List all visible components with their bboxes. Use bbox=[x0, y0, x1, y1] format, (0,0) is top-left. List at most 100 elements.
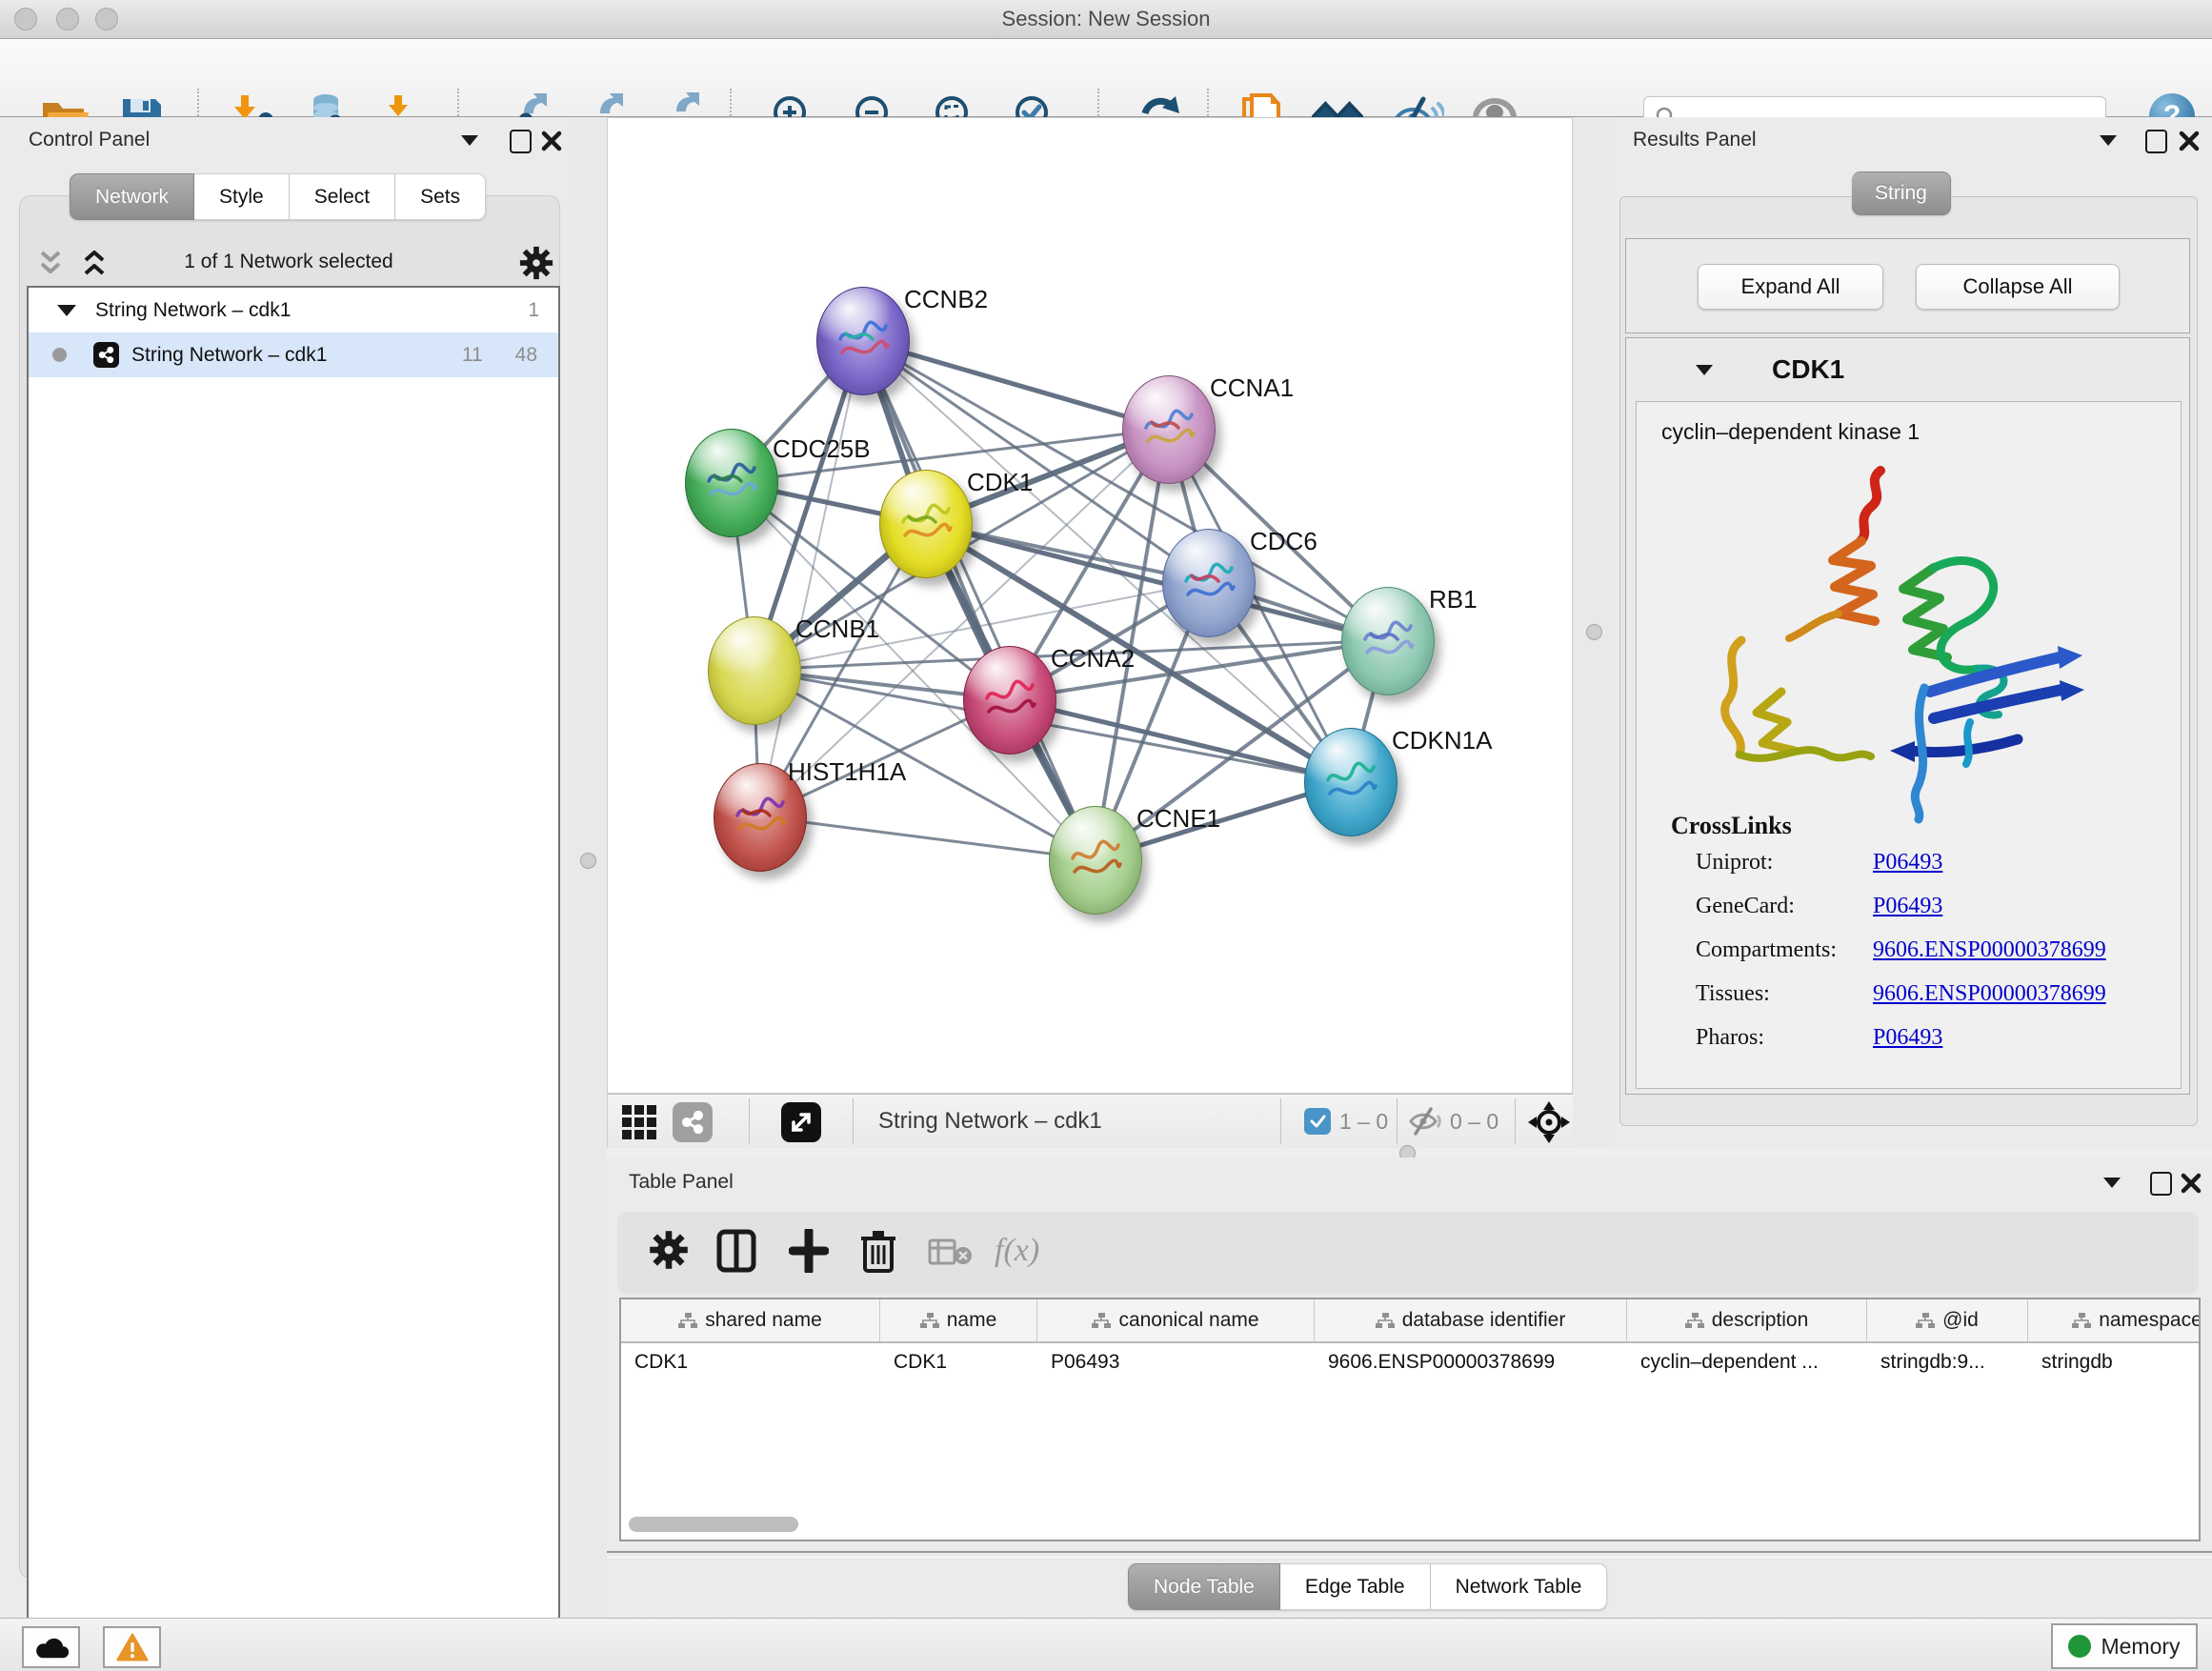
delete-table-icon bbox=[928, 1237, 974, 1267]
results-panel-float-button[interactable] bbox=[2145, 130, 2167, 153]
expand-all-button[interactable]: Expand All bbox=[1698, 264, 1883, 310]
table-panel-close-button[interactable] bbox=[2181, 1173, 2202, 1194]
hidden-eye-slash-icon bbox=[1408, 1107, 1442, 1136]
toolbar-separator bbox=[1515, 1098, 1516, 1144]
crosslink-row: GeneCard:P06493 bbox=[1696, 894, 2153, 937]
right-splitter-handle[interactable] bbox=[1586, 624, 1602, 640]
memory-label: Memory bbox=[2101, 1634, 2180, 1660]
column-header-shared-name[interactable]: shared name bbox=[621, 1299, 880, 1341]
crosslink-value-link[interactable]: P06493 bbox=[1873, 894, 1942, 919]
node-CCNE1[interactable] bbox=[1049, 806, 1142, 915]
table-cell[interactable]: CDK1 bbox=[880, 1343, 1037, 1383]
table-cell[interactable]: P06493 bbox=[1037, 1343, 1315, 1383]
horizontal-splitter[interactable] bbox=[607, 1148, 2212, 1158]
results-panel-close-button[interactable] bbox=[2179, 131, 2200, 151]
tab-edge-table[interactable]: Edge Table bbox=[1280, 1563, 1431, 1610]
column-header-description[interactable]: description bbox=[1627, 1299, 1867, 1341]
node-label-HIST1H1A: HIST1H1A bbox=[788, 757, 906, 787]
table-panel-menu-button[interactable] bbox=[2103, 1178, 2121, 1188]
node-label-CCNE1: CCNE1 bbox=[1136, 804, 1220, 834]
birdseye-crosshair-icon[interactable] bbox=[1528, 1101, 1570, 1143]
network-options-gear-icon[interactable] bbox=[518, 245, 554, 281]
node-RB1[interactable] bbox=[1341, 587, 1435, 695]
node-CDK1[interactable] bbox=[879, 470, 973, 578]
tab-network-table[interactable]: Network Table bbox=[1431, 1563, 1608, 1610]
node-CDC6[interactable] bbox=[1162, 529, 1256, 637]
table-cell[interactable]: cyclin–dependent ... bbox=[1627, 1343, 1867, 1383]
network-row-selected[interactable]: String Network – cdk1 11 48 bbox=[29, 332, 558, 377]
table-row[interactable]: CDK1CDK1P064939606.ENSP00000378699cyclin… bbox=[621, 1343, 2199, 1383]
network-canvas[interactable]: CCNB2CCNA1CDC25BCDK1CDC6RB1CCNB1CCNA2CDK… bbox=[607, 117, 1573, 1094]
node-label-CCNA2: CCNA2 bbox=[1051, 644, 1135, 674]
edge-CCNB2-HIST1H1A[interactable] bbox=[759, 340, 862, 816]
column-header-name[interactable]: name bbox=[880, 1299, 1037, 1341]
expand-all-networks-icon[interactable] bbox=[78, 249, 111, 279]
open-in-window-icon[interactable] bbox=[781, 1102, 821, 1142]
node-CDKN1A[interactable] bbox=[1304, 728, 1398, 836]
table-cell[interactable]: CDK1 bbox=[621, 1343, 880, 1383]
node-table[interactable]: shared namenamecanonical namedatabase id… bbox=[619, 1298, 2201, 1541]
table-cell[interactable]: stringdb:9... bbox=[1867, 1343, 2028, 1383]
node-CCNB1[interactable] bbox=[708, 616, 801, 725]
title-bar: Session: New Session bbox=[0, 0, 2212, 39]
node-CDC25B[interactable] bbox=[685, 429, 778, 537]
grid-view-icon[interactable] bbox=[621, 1104, 657, 1140]
table-panel: Table Panel bbox=[607, 1158, 2212, 1618]
column-header-canonical-name[interactable]: canonical name bbox=[1037, 1299, 1315, 1341]
table-gear-icon[interactable] bbox=[648, 1229, 690, 1271]
crosslink-value-link[interactable]: P06493 bbox=[1873, 1025, 1942, 1051]
results-tab-string[interactable]: String bbox=[1852, 171, 1951, 215]
table-tabs-divider bbox=[607, 1551, 2212, 1558]
table-horizontal-scrollbar[interactable] bbox=[629, 1517, 798, 1532]
table-cell[interactable]: 9606.ENSP00000378699 bbox=[1315, 1343, 1627, 1383]
tab-node-table[interactable]: Node Table bbox=[1128, 1563, 1280, 1610]
control-panel-menu-button[interactable] bbox=[461, 135, 478, 146]
crosslinks-list: Uniprot:P06493GeneCard:P06493Compartment… bbox=[1696, 850, 2153, 1069]
node-CCNB2[interactable] bbox=[816, 287, 910, 395]
add-column-icon[interactable] bbox=[789, 1229, 829, 1273]
table-cell[interactable]: stringdb bbox=[2028, 1343, 2201, 1383]
column-type-icon bbox=[1376, 1313, 1395, 1329]
network-collection-row[interactable]: String Network – cdk1 1 bbox=[29, 288, 558, 332]
results-panel-menu-button[interactable] bbox=[2100, 135, 2117, 146]
memory-button[interactable]: Memory bbox=[2051, 1623, 2198, 1669]
toolbar-separator bbox=[749, 1098, 750, 1144]
node-structure-image bbox=[730, 791, 791, 844]
control-panel: Control Panel NetworkStyleSelectSets 1 o… bbox=[0, 117, 570, 1618]
crosslink-row: Pharos:P06493 bbox=[1696, 1025, 2153, 1069]
table-panel-float-button[interactable] bbox=[2150, 1172, 2172, 1196]
tab-network[interactable]: Network bbox=[70, 173, 194, 220]
column-header-database-identifier[interactable]: database identifier bbox=[1315, 1299, 1627, 1341]
node-CCNA1[interactable] bbox=[1122, 375, 1216, 484]
control-panel-float-button[interactable] bbox=[510, 130, 532, 153]
warnings-button[interactable] bbox=[103, 1626, 161, 1668]
column-header-namespace[interactable]: namespace bbox=[2028, 1299, 2201, 1341]
collapse-all-networks-icon[interactable] bbox=[34, 249, 67, 279]
control-panel-close-button[interactable] bbox=[541, 131, 562, 151]
crosslink-row: Uniprot:P06493 bbox=[1696, 850, 2153, 894]
show-columns-icon[interactable] bbox=[716, 1229, 756, 1273]
cloud-status-button[interactable] bbox=[22, 1626, 80, 1668]
network-node-count: 11 bbox=[462, 344, 515, 367]
crosslink-value-link[interactable]: P06493 bbox=[1873, 850, 1942, 876]
edge-HIST1H1A-CCNE1[interactable] bbox=[759, 816, 1095, 859]
crosslink-value-link[interactable]: 9606.ENSP00000378699 bbox=[1873, 937, 2106, 963]
gene-description: cyclin–dependent kinase 1 bbox=[1661, 419, 1920, 445]
gene-section: CDK1 cyclin–dependent kinase 1 bbox=[1625, 337, 2190, 1095]
tree-expand-caret[interactable] bbox=[57, 305, 76, 316]
selected-checkbox-icon[interactable] bbox=[1304, 1108, 1331, 1135]
column-header-@id[interactable]: @id bbox=[1867, 1299, 2028, 1341]
right-splitter[interactable] bbox=[1573, 117, 1616, 1148]
collapse-all-button[interactable]: Collapse All bbox=[1916, 264, 2120, 310]
delete-column-icon[interactable] bbox=[859, 1229, 897, 1275]
left-splitter-handle[interactable] bbox=[580, 853, 596, 869]
tab-select[interactable]: Select bbox=[290, 173, 395, 220]
tab-style[interactable]: Style bbox=[194, 173, 290, 220]
network-badge-icon[interactable] bbox=[673, 1102, 713, 1142]
gene-section-caret[interactable] bbox=[1696, 365, 1713, 375]
left-splitter[interactable] bbox=[570, 117, 607, 1618]
crosslink-value-link[interactable]: 9606.ENSP00000378699 bbox=[1873, 981, 2106, 1007]
tab-sets[interactable]: Sets bbox=[395, 173, 486, 220]
column-type-icon bbox=[1092, 1313, 1111, 1329]
node-CCNA2[interactable] bbox=[963, 646, 1056, 755]
